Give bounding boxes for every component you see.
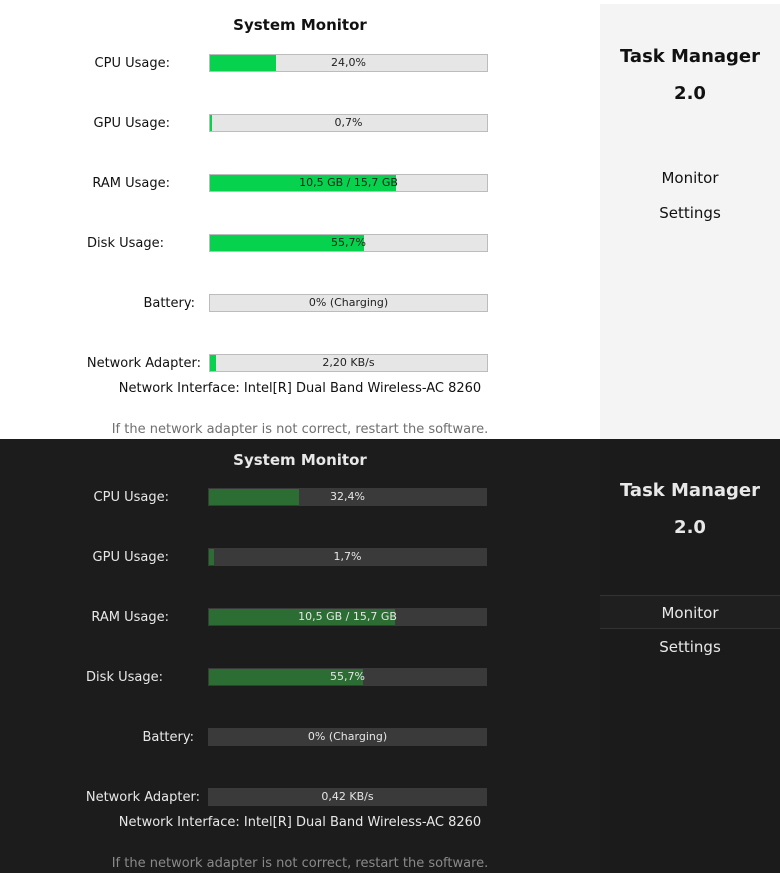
disk-label: Disk Usage:	[86, 670, 163, 685]
nav-settings[interactable]: Settings	[600, 196, 780, 230]
restart-hint: If the network adapter is not correct, r…	[111, 856, 489, 871]
network-progress-bar: 2,20 KB/s	[209, 354, 488, 372]
monitor-pane: System Monitor CPU Usage: 32,4% GPU Usag…	[0, 439, 600, 873]
sidebar: Task Manager 2.0 Monitor Settings	[600, 439, 780, 873]
nav-settings[interactable]: Settings	[600, 630, 780, 664]
battery-value: 0% (Charging)	[308, 296, 389, 309]
battery-value: 0% (Charging)	[307, 730, 388, 743]
gpu-label: GPU Usage:	[93, 116, 170, 131]
network-interface-text: Network Interface: Intel[R] Dual Band Wi…	[118, 381, 482, 396]
sidebar: Task Manager 2.0 Monitor Settings	[600, 4, 780, 439]
disk-label: Disk Usage:	[87, 236, 164, 251]
page-title: System Monitor	[233, 16, 367, 34]
cpu-progress-bar: 24,0%	[209, 54, 488, 72]
network-adapter-label: Network Adapter:	[85, 790, 200, 805]
restart-hint: If the network adapter is not correct, r…	[111, 422, 489, 437]
battery-label: Battery:	[142, 730, 194, 745]
app-version: 2.0	[674, 83, 706, 104]
gpu-value: 1,7%	[333, 550, 362, 563]
light-theme-window: System Monitor CPU Usage: 24,0% GPU Usag…	[0, 0, 780, 439]
app-version: 2.0	[674, 517, 706, 538]
cpu-value: 24,0%	[331, 56, 366, 69]
cpu-label: CPU Usage:	[94, 56, 170, 71]
cpu-value: 32,4%	[330, 490, 365, 503]
app-title: Task Manager	[619, 480, 761, 501]
ram-value: 10,5 GB / 15,7 GB	[299, 176, 398, 189]
gpu-progress-bar: 1,7%	[208, 548, 487, 566]
disk-value: 55,7%	[331, 236, 366, 249]
network-adapter-label: Network Adapter:	[86, 356, 201, 371]
network-value: 2,20 KB/s	[322, 356, 375, 369]
nav-monitor[interactable]: Monitor	[600, 595, 780, 629]
ram-label: RAM Usage:	[92, 176, 170, 191]
network-interface-text: Network Interface: Intel[R] Dual Band Wi…	[118, 815, 482, 830]
disk-value: 55,7%	[330, 670, 365, 683]
ram-progress-bar: 10,5 GB / 15,7 GB	[209, 174, 488, 192]
network-value: 0,42 KB/s	[321, 790, 374, 803]
disk-progress-bar: 55,7%	[209, 234, 488, 252]
cpu-label: CPU Usage:	[93, 490, 169, 505]
battery-label: Battery:	[143, 296, 195, 311]
network-progress-bar: 0,42 KB/s	[208, 788, 487, 806]
disk-progress-bar: 55,7%	[208, 668, 487, 686]
page-title: System Monitor	[233, 451, 367, 469]
battery-progress-bar: 0% (Charging)	[208, 728, 487, 746]
nav-monitor[interactable]: Monitor	[600, 161, 780, 195]
gpu-progress-bar: 0,7%	[209, 114, 488, 132]
cpu-progress-bar: 32,4%	[208, 488, 487, 506]
app-title: Task Manager	[619, 46, 761, 67]
ram-progress-bar: 10,5 GB / 15,7 GB	[208, 608, 487, 626]
dark-theme-window: System Monitor CPU Usage: 32,4% GPU Usag…	[0, 439, 780, 873]
ram-label: RAM Usage:	[91, 610, 169, 625]
monitor-pane: System Monitor CPU Usage: 24,0% GPU Usag…	[0, 0, 600, 439]
ram-value: 10,5 GB / 15,7 GB	[298, 610, 397, 623]
battery-progress-bar: 0% (Charging)	[209, 294, 488, 312]
gpu-label: GPU Usage:	[92, 550, 169, 565]
gpu-value: 0,7%	[334, 116, 363, 129]
